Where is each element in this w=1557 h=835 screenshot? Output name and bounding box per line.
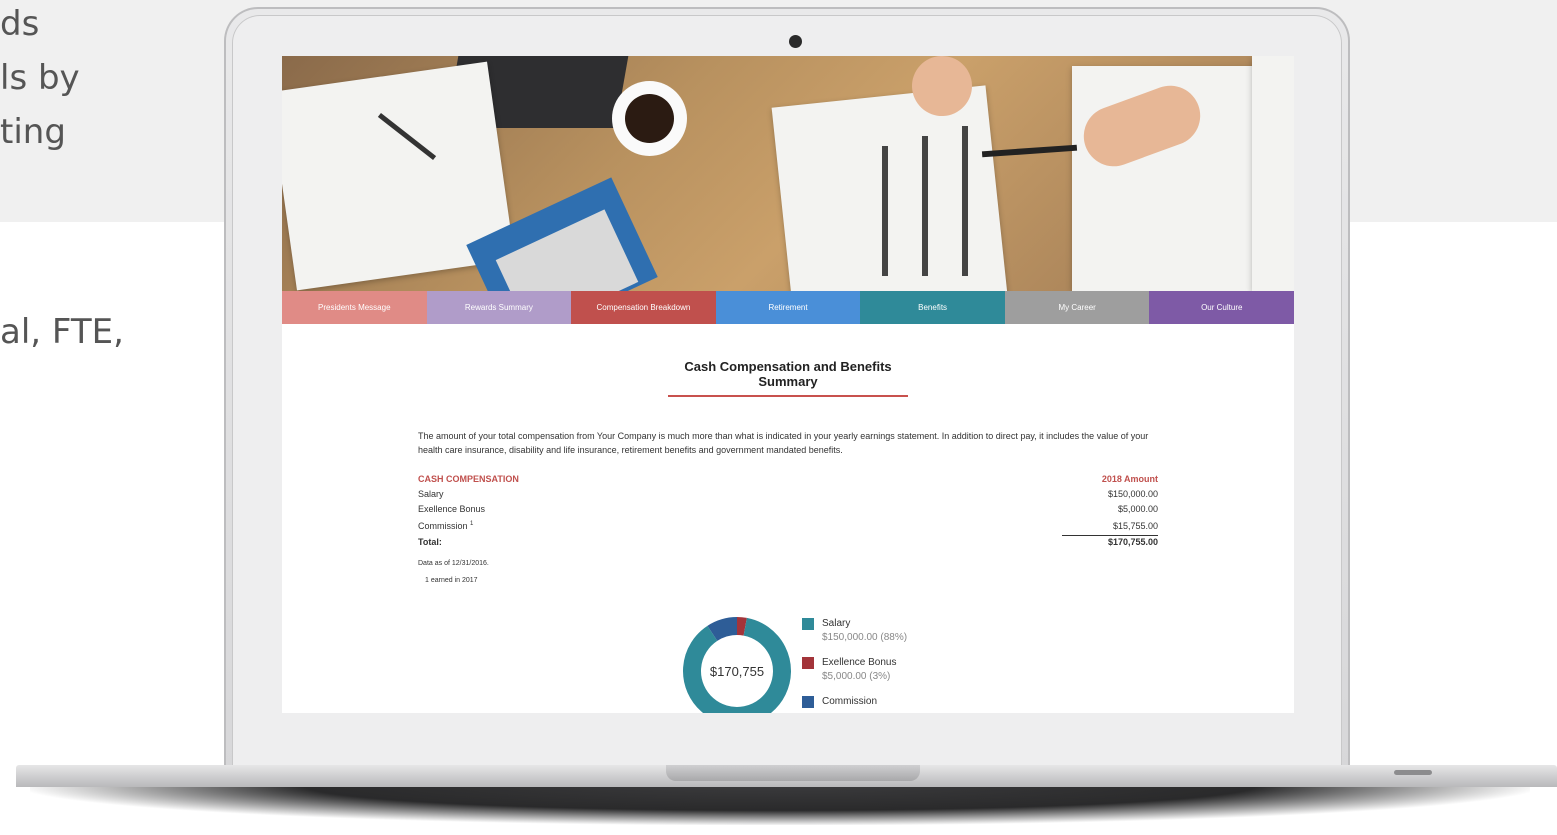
footnote: 1 earned in 2017 xyxy=(425,577,478,584)
intro-paragraph: The amount of your total compensation fr… xyxy=(418,431,1149,455)
nav-tab-rewards-summary[interactable]: Rewards Summary xyxy=(426,291,572,324)
donut-center-label: $170,755 xyxy=(709,663,765,679)
section-nav: Presidents Message Rewards Summary Compe… xyxy=(282,291,1294,324)
row-amount: $150,000.00 xyxy=(1107,489,1158,499)
page-title-line-1: Cash Compensation and Benefits xyxy=(684,359,892,374)
nav-tab-our-culture[interactable]: Our Culture xyxy=(1149,291,1294,324)
hero-image xyxy=(282,56,1294,291)
row-label: Exellence Bonus xyxy=(418,504,486,514)
laptop-indicator xyxy=(1394,770,1432,775)
total-label: Total: xyxy=(418,537,442,547)
table-row: Salary $150,000.00 xyxy=(418,489,1158,504)
column-header-amount: 2018 Amount xyxy=(1101,474,1158,484)
page-title: Cash Compensation and Benefits Summary xyxy=(668,359,908,389)
row-amount: $5,000.00 xyxy=(1117,504,1158,514)
nav-tab-retirement[interactable]: Retirement xyxy=(715,291,861,324)
donut-chart: $170,755 xyxy=(682,616,792,713)
column-header-cash-compensation: CASH COMPENSATION xyxy=(418,474,519,484)
legend-name: Commission xyxy=(822,696,878,707)
webcam-icon xyxy=(789,35,802,48)
legend-item-salary: Salary $150,000.00 (88%) xyxy=(802,616,1002,655)
main-content: Cash Compensation and Benefits Summary T… xyxy=(282,324,1294,713)
chart-legend: Salary $150,000.00 (88%) Exellence Bonus… xyxy=(802,616,1002,713)
title-underline xyxy=(668,395,908,397)
total-rule xyxy=(1062,535,1158,536)
table-header-row: CASH COMPENSATION 2018 Amount xyxy=(418,474,1158,489)
legend-swatch xyxy=(802,657,814,669)
nav-tab-my-career[interactable]: My Career xyxy=(1004,291,1150,324)
background-text: ds xyxy=(0,4,40,44)
legend-item-bonus: Exellence Bonus $5,000.00 (3%) xyxy=(802,655,1002,694)
legend-value: $5,000.00 (3%) xyxy=(822,671,891,682)
row-label: Salary xyxy=(418,489,444,499)
legend-swatch xyxy=(802,618,814,630)
row-amount: $15,755.00 xyxy=(1112,521,1158,531)
total-row: Total: $170,755.00 xyxy=(418,537,1158,553)
background-text: al, FTE, xyxy=(0,312,124,352)
background-text: ting xyxy=(0,112,66,152)
legend-name: Salary xyxy=(822,618,851,629)
laptop-notch xyxy=(666,765,920,781)
nav-tab-presidents-message[interactable]: Presidents Message xyxy=(282,291,427,324)
legend-swatch xyxy=(802,696,814,708)
laptop-screen: Presidents Message Rewards Summary Compe… xyxy=(282,56,1294,713)
row-label: Commission xyxy=(418,521,468,531)
page-title-line-2: Summary xyxy=(758,374,818,389)
footnote-marker: 1 xyxy=(470,521,474,527)
data-date-note: Data as of 12/31/2016. xyxy=(418,560,489,567)
laptop-shadow xyxy=(30,785,1530,825)
background-text: ls by xyxy=(0,58,80,98)
legend-value: $150,000.00 (88%) xyxy=(822,632,908,643)
nav-tab-benefits[interactable]: Benefits xyxy=(860,291,1005,324)
legend-name: Exellence Bonus xyxy=(822,657,897,668)
compensation-table: CASH COMPENSATION 2018 Amount Salary $15… xyxy=(418,474,1158,553)
table-row: Exellence Bonus $5,000.00 xyxy=(418,504,1158,519)
row-label-wrap: Commission 1 xyxy=(418,521,473,531)
nav-tab-compensation-breakdown[interactable]: Compensation Breakdown xyxy=(571,291,716,324)
legend-item-commission: Commission xyxy=(802,694,1002,713)
total-amount: $170,755.00 xyxy=(1107,537,1158,547)
